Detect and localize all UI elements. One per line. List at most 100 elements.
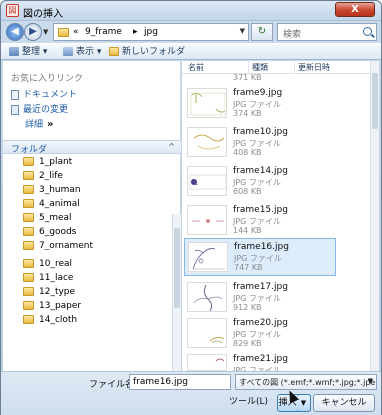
command-toolbar: 整理 ▾ 表示 ▾ 新しいフォルダ (1, 43, 381, 60)
organize-button[interactable]: 整理 ▾ (9, 46, 47, 59)
file-size: 374 KB (233, 109, 262, 118)
close-button[interactable]: X (335, 2, 375, 17)
folders-title: フォルダ (11, 145, 48, 155)
search-icon[interactable] (363, 27, 372, 36)
file-item-frame17[interactable]: frame17.jpg JPG ファイル 912 KB (184, 279, 334, 317)
views-button[interactable]: 表示 ▾ (63, 46, 101, 59)
frame20-thumbnail (187, 318, 227, 348)
insert-options-button[interactable]: ▼ (297, 394, 311, 412)
file-item-partial[interactable]: 371 KB (184, 74, 334, 84)
search-input[interactable]: 検索 (277, 23, 377, 41)
file-item-frame14[interactable]: frame14.jpg JPG ファイル 608 KB (184, 163, 334, 201)
file-size: 747 KB (234, 263, 263, 272)
frame14-thumbnail (187, 166, 227, 196)
views-label: 表示 (76, 47, 95, 57)
column-date[interactable]: 更新日時 (298, 62, 330, 73)
tree-item-5-meal[interactable]: 5_meal (23, 213, 72, 226)
tree-item-12-type[interactable]: 12_type (23, 287, 75, 300)
column-separator[interactable] (294, 61, 295, 74)
tree-item-1-plant[interactable]: 1_plant (23, 157, 72, 170)
chevron-up-icon: ^ (168, 142, 175, 151)
favorites-title: お気に入りリンク (11, 74, 84, 84)
more-label: 詳細 (25, 120, 44, 130)
file-name: frame16.jpg (234, 242, 289, 252)
address-dropdown-icon[interactable]: ▼ (240, 27, 245, 35)
folder-icon (23, 199, 34, 208)
file-type-filter[interactable]: すべての図 (*.emf;*.wmf;*.jpg;*.jpe ▼ (235, 374, 377, 390)
tree-item-6-goods[interactable]: 6_goods (23, 227, 76, 240)
tree-label: 13_paper (39, 301, 82, 311)
column-separator[interactable] (248, 61, 249, 74)
file-item-frame16[interactable]: frame16.jpg JPG ファイル 747 KB (184, 238, 336, 276)
frame21-thumbnail (187, 354, 227, 371)
scrollbar-thumb[interactable] (372, 73, 378, 129)
refresh-button[interactable]: ↻ (251, 23, 273, 41)
folder-icon (23, 301, 34, 310)
file-list-scrollbar[interactable] (370, 61, 379, 371)
back-button[interactable]: ◀ (6, 23, 24, 41)
breadcrumb-9-frame[interactable]: 9_frame (85, 27, 122, 37)
favorite-documents[interactable]: ドキュメント (11, 87, 77, 100)
tree-label: 3_human (39, 185, 81, 195)
tools-label: ツール(L) (229, 397, 269, 407)
history-dropdown-icon[interactable]: ▼ (43, 28, 48, 36)
column-type[interactable]: 種類 (252, 62, 268, 73)
file-size: 144 KB (233, 226, 262, 235)
file-size: 829 KB (233, 339, 262, 348)
breadcrumb-jpg[interactable]: jpg (144, 27, 158, 37)
tools-button[interactable]: ツール(L) ▾ (229, 394, 273, 415)
file-item-frame9[interactable]: frame9.jpg JPG ファイル 374 KB (184, 85, 334, 123)
new-folder-button[interactable]: 新しいフォルダ (109, 46, 185, 59)
forward-button[interactable]: ▶ (24, 23, 42, 41)
file-name: frame10.jpg (233, 127, 288, 137)
organize-label: 整理 (22, 47, 41, 57)
frame16-thumbnail (188, 242, 228, 272)
insert-picture-dialog: 図 図の挿入 X ◀ ▶ ▼ « 9_frame ▸ jpg ▼ ↻ 検索 整理… (0, 0, 382, 415)
address-bar[interactable]: « 9_frame ▸ jpg ▼ (53, 23, 249, 41)
tree-item-10-real[interactable]: 10_real (23, 259, 72, 272)
breadcrumb-overflow[interactable]: « (73, 27, 79, 37)
tree-label: 1_plant (39, 157, 73, 167)
folder-icon (23, 241, 34, 250)
views-icon (63, 47, 73, 56)
file-name: frame21.jpg (233, 354, 288, 364)
file-item-frame10[interactable]: frame10.jpg JPG ファイル 408 KB (184, 124, 334, 162)
dialog-footer: ファイル名(N): frame16.jpg すべての図 (*.emf;*.wmf… (1, 371, 381, 415)
cancel-button[interactable]: キャンセル (313, 394, 375, 412)
tree-item-13-paper[interactable]: 13_paper (23, 301, 81, 314)
folder-icon (23, 157, 34, 166)
folders-header[interactable]: フォルダ ^ (3, 140, 181, 155)
filename-input[interactable]: frame16.jpg (129, 374, 231, 390)
tree-item-3-human[interactable]: 3_human (23, 185, 81, 198)
picture-app-icon: 図 (6, 4, 19, 17)
tree-label: 11_lace (39, 273, 74, 283)
tree-item-11-lace[interactable]: 11_lace (23, 273, 73, 286)
more-link[interactable]: 詳細» (25, 117, 53, 130)
file-size: 608 KB (233, 187, 262, 196)
file-name: frame17.jpg (233, 282, 288, 292)
document-icon (11, 89, 19, 100)
folder-icon (23, 315, 34, 324)
tree-item-2-life[interactable]: 2_life (23, 171, 63, 184)
tree-item-4-animal[interactable]: 4_animal (23, 199, 80, 212)
tree-item-14-cloth[interactable]: 14_cloth (23, 315, 77, 328)
scrollbar-thumb[interactable] (174, 228, 180, 308)
file-size: 371 KB (233, 74, 262, 82)
tree-label: 2_life (39, 171, 63, 181)
breadcrumb-separator[interactable]: ▸ (133, 27, 138, 37)
file-list-pane: 名前 種類 更新日時 371 KB frame9.jpg JPG ファイル 37… (182, 61, 379, 371)
file-item-frame15[interactable]: frame15.jpg JPG ファイル 144 KB (184, 202, 334, 240)
favorite-recent-label: 最近の変更 (23, 105, 69, 115)
column-name[interactable]: 名前 (188, 62, 204, 73)
folder-tree-scrollbar[interactable] (172, 214, 181, 371)
favorite-recent[interactable]: 最近の変更 (11, 102, 68, 115)
file-item-frame21[interactable]: frame21.jpg JPG ファイル (184, 351, 334, 371)
favorite-documents-label: ドキュメント (23, 90, 78, 100)
file-name: frame14.jpg (233, 166, 288, 176)
folder-icon (23, 287, 34, 296)
address-row: ◀ ▶ ▼ « 9_frame ▸ jpg ▼ ↻ 検索 (1, 21, 381, 43)
file-item-frame20[interactable]: frame20.jpg JPG ファイル 829 KB (184, 315, 334, 353)
folder-icon (23, 171, 34, 180)
folder-icon (23, 273, 34, 282)
organize-icon (9, 47, 19, 56)
